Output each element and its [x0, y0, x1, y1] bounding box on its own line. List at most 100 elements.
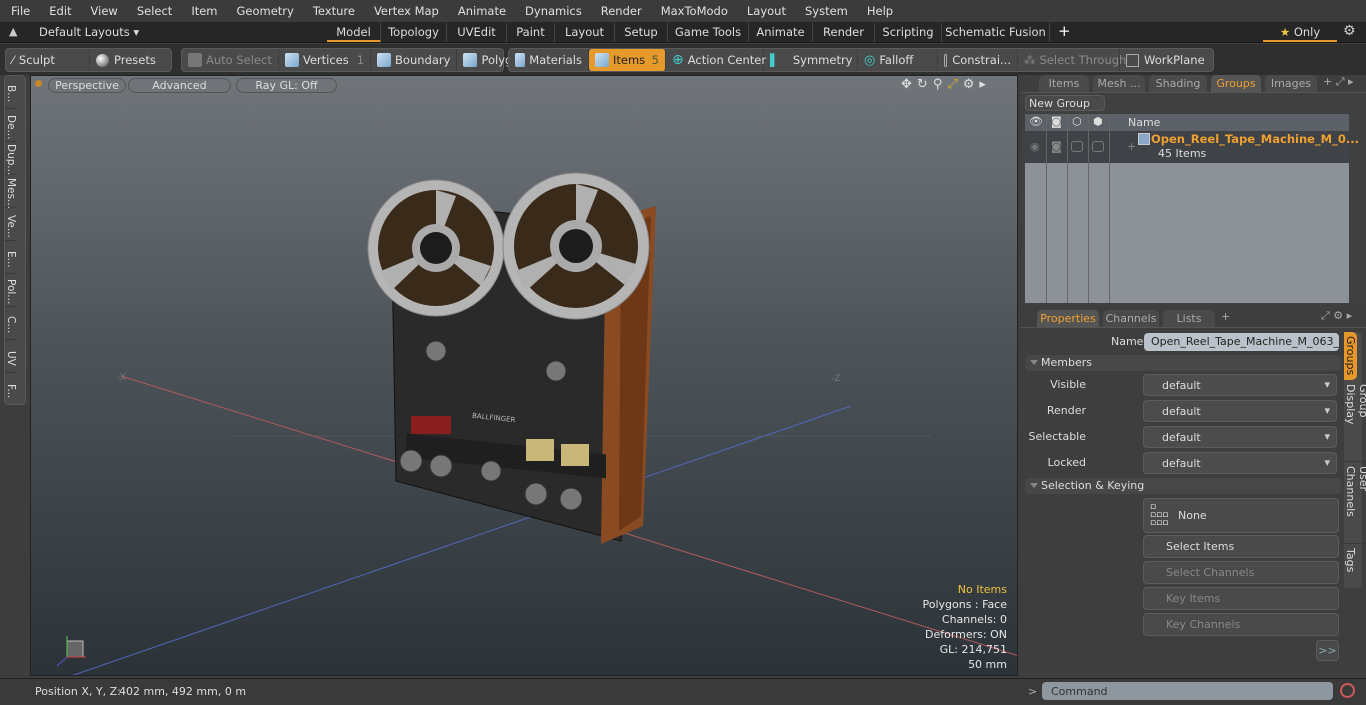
menu-render[interactable]: Render — [590, 4, 650, 18]
selectable-dropdown[interactable]: default ▾ — [1143, 426, 1337, 448]
tab-schematic-fusion[interactable]: Schematic Fusion — [942, 23, 1050, 42]
left-tab[interactable]: De... — [5, 109, 17, 142]
menu-maxtomodo[interactable]: MaxToModo — [650, 4, 736, 18]
render-dropdown[interactable]: default ▾ — [1143, 400, 1337, 422]
tab-topology[interactable]: Topology — [381, 23, 447, 42]
menu-layout[interactable]: Layout — [736, 4, 794, 18]
render-icon[interactable]: ◙ — [1051, 140, 1062, 153]
3d-viewport[interactable]: -X -Z BALLFINGER Perspective Advanced Ra… — [30, 75, 1018, 676]
menu-texture[interactable]: Texture — [302, 4, 363, 18]
visible-dropdown[interactable]: default ▾ — [1143, 374, 1337, 396]
panel-options-icon[interactable]: ⤢ ⚙ ▸ — [1321, 309, 1352, 323]
selectable-toggle[interactable] — [1071, 141, 1083, 152]
vertices-button[interactable]: Vertices 1 — [279, 49, 372, 71]
tab-mesh[interactable]: Mesh ... — [1093, 75, 1145, 92]
fit-icon[interactable]: ⤢ — [947, 77, 962, 92]
left-tab[interactable]: E... — [5, 241, 17, 274]
tab-layout[interactable]: Layout — [555, 23, 615, 42]
tab-scripting[interactable]: Scripting — [875, 23, 942, 42]
group-row[interactable]: ◉ ◙ + Open_Reel_Tape_Machine_M_0... 45 I… — [1025, 131, 1359, 163]
key-items-button[interactable]: Key Items — [1143, 587, 1339, 610]
tab-channels[interactable]: Channels — [1103, 310, 1159, 327]
none-button[interactable]: ▫ ▫▫▫ ▫▫▫ None — [1143, 498, 1339, 533]
left-tab[interactable]: Pol... — [5, 274, 17, 307]
boundary-button[interactable]: Boundary — [371, 49, 458, 71]
tab-model[interactable]: Model — [327, 23, 381, 42]
expand-icon[interactable]: + — [1127, 140, 1136, 153]
eye-icon[interactable]: ◉ — [1030, 140, 1040, 153]
more-button[interactable]: >> — [1316, 640, 1339, 661]
perspective-button[interactable]: Perspective — [48, 78, 126, 93]
selection-keying-section[interactable]: Selection & Keying — [1025, 478, 1341, 494]
selectable-column-icon[interactable]: ⬡ — [1072, 115, 1082, 128]
workplane-button[interactable]: WorkPlane — [1120, 49, 1211, 71]
left-tab[interactable]: Mes... — [5, 175, 17, 209]
record-icon[interactable] — [1340, 683, 1355, 698]
new-group-button[interactable]: New Group — [1025, 95, 1105, 111]
tab-properties[interactable]: Properties — [1037, 310, 1099, 327]
viewport-menu-dot[interactable] — [35, 80, 42, 87]
menu-vertex-map[interactable]: Vertex Map — [363, 4, 447, 18]
menu-geometry[interactable]: Geometry — [226, 4, 302, 18]
left-tab[interactable]: B... — [5, 76, 17, 109]
name-input[interactable]: Open_Reel_Tape_Machine_M_063_H5 — [1144, 333, 1339, 351]
collapse-arrow-icon[interactable]: ▲ — [9, 25, 17, 38]
left-tab[interactable]: UV — [5, 340, 17, 373]
side-tab-tags[interactable]: Tags — [1344, 544, 1357, 584]
visibility-column-icon[interactable]: 👁 — [1029, 115, 1043, 128]
lock-column-icon[interactable]: ⬢ — [1093, 115, 1103, 128]
default-layouts-dropdown[interactable]: Default Layouts ▾ — [39, 25, 139, 39]
menu-help[interactable]: Help — [856, 4, 901, 18]
tab-groups[interactable]: Groups — [1211, 75, 1261, 92]
shading-mode-button[interactable]: Advanced — [128, 78, 231, 93]
tab-uvedit[interactable]: UVEdit — [447, 23, 507, 42]
members-section[interactable]: Members — [1025, 355, 1341, 371]
left-tab[interactable]: C... — [5, 307, 17, 340]
gear-icon[interactable]: ⚙ — [1343, 23, 1356, 39]
falloff-button[interactable]: ◎ Falloff — [858, 49, 938, 71]
menu-item[interactable]: Item — [180, 4, 225, 18]
menu-select[interactable]: Select — [126, 4, 180, 18]
add-tab-button[interactable]: + — [1058, 22, 1071, 40]
menu-dynamics[interactable]: Dynamics — [514, 4, 590, 18]
auto-select-button[interactable]: Auto Select — [182, 49, 279, 71]
tab-setup[interactable]: Setup — [615, 23, 668, 42]
key-channels-button[interactable]: Key Channels — [1143, 613, 1339, 636]
only-toggle[interactable]: ★ Only — [1263, 23, 1337, 42]
items-button[interactable]: Items 5 — [589, 49, 666, 71]
viewport-settings-icon[interactable]: ⚙ — [963, 77, 980, 92]
action-center-button[interactable]: ⊕ Action Center — [666, 49, 766, 71]
add-tab-icon[interactable]: + — [1221, 310, 1230, 323]
tab-lists[interactable]: Lists — [1163, 310, 1215, 327]
add-tab-icon[interactable]: + ⤢ ▸ — [1323, 75, 1354, 89]
menu-system[interactable]: System — [794, 4, 856, 18]
move-icon[interactable]: ✥ — [901, 77, 917, 92]
tab-shading[interactable]: Shading — [1149, 75, 1207, 92]
side-tab-group-display[interactable]: Group Display — [1344, 380, 1366, 462]
tab-images[interactable]: Images — [1265, 75, 1317, 92]
menu-edit[interactable]: Edit — [38, 4, 79, 18]
tab-paint[interactable]: Paint — [507, 23, 555, 42]
name-column-header[interactable]: Name — [1128, 116, 1160, 129]
menu-animate[interactable]: Animate — [447, 4, 514, 18]
constraints-button[interactable]: Constrai... — [938, 49, 1018, 71]
left-tab[interactable]: Dup... — [5, 142, 17, 176]
expand-arrow-icon[interactable]: ▸ — [979, 77, 991, 92]
menu-file[interactable]: File — [0, 4, 38, 18]
tab-render[interactable]: Render — [813, 23, 875, 42]
zoom-icon[interactable]: ⚲ — [933, 77, 948, 92]
tab-items[interactable]: Items — [1039, 75, 1089, 92]
tab-animate[interactable]: Animate — [749, 23, 813, 42]
materials-button[interactable]: Materials — [509, 49, 589, 71]
presets-button[interactable]: Presets — [90, 49, 162, 71]
rotate-icon[interactable]: ↻ — [917, 77, 933, 92]
raygl-button[interactable]: Ray GL: Off — [236, 78, 337, 93]
left-tab[interactable]: Ve... — [5, 208, 17, 241]
tab-game-tools[interactable]: Game Tools — [668, 23, 749, 42]
locked-dropdown[interactable]: default ▾ — [1143, 452, 1337, 474]
select-through-button[interactable]: ⁂ Select Through — [1018, 49, 1126, 71]
command-input[interactable]: Command — [1042, 682, 1333, 700]
menu-view[interactable]: View — [80, 4, 126, 18]
symmetry-button[interactable]: ▌ Symmetry — [764, 49, 858, 71]
select-items-button[interactable]: Select Items — [1143, 535, 1339, 558]
